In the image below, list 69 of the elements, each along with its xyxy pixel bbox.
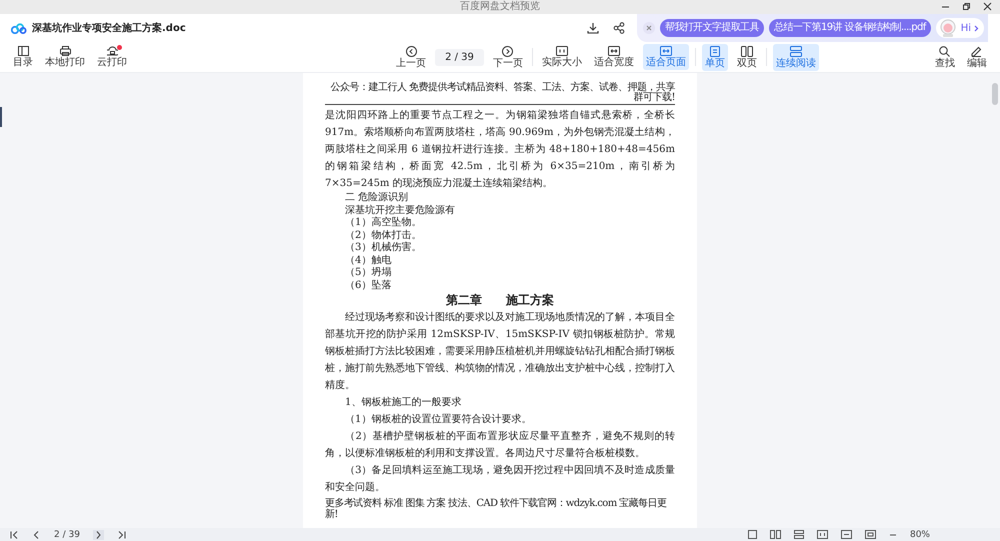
paragraph: （3）备足回填料运至施工现场，避免因开挖过程中因回填不及时造成质量和安全问题。	[325, 464, 675, 495]
list-item: （2）物体打击。	[344, 230, 422, 242]
stacked-pages-icon	[790, 46, 802, 56]
paragraph: 经过现场考察和设计图纸的要求以及对施工现场地质情况的了解，本项目全部基坑开挖的防护采用 12mSKSP-IV、15mSKSP-IV 锁扣钢板桩防护。常规钢板桩插打方法比较困难，需要采用静压植桩机并用螺旋钻钻孔相配合插打钢板桩，施打前先熟悉地下管线、构筑物的情况，准确放出支护桩中心线，控制打入精度。	[325, 310, 675, 393]
printer-icon	[60, 46, 70, 56]
double-page-icon	[740, 46, 753, 56]
chevron-right-icon	[502, 46, 514, 56]
first-page-icon[interactable]	[10, 530, 19, 538]
list-item: （6）坠落	[344, 280, 392, 292]
chevron-icon	[974, 24, 979, 32]
zoom-level: 80%	[910, 530, 930, 540]
list-item: （1）高空坠物。	[344, 217, 422, 230]
paragraph: （2）基槽护壁钢板桩的平面布置形状应尽量平直整齐，避免不规则的转角，以便标准钢板桩的利用和支撑设置。各周边尺寸尽量符合板桩模数。	[325, 430, 675, 461]
paragraph: （1）钢板桩的设置位置要符合设计要求。	[344, 412, 532, 427]
last-page-icon[interactable]	[116, 530, 126, 538]
zoom-mode-button[interactable]: 适合页面	[642, 44, 689, 70]
suggestion-chip[interactable]: 帮我打开文字提取工具	[660, 19, 764, 37]
list-item: （5）坍塌	[344, 267, 392, 280]
assistant-greeting[interactable]: Hi	[936, 18, 984, 38]
zoom-mode-button[interactable]: 适合宽度	[590, 44, 637, 70]
file-name: 深基坑作业专项安全施工方案.doc	[32, 21, 186, 35]
paragraph: 1、钢板桩施工的一般要求	[344, 396, 462, 410]
search-icon	[939, 46, 950, 56]
list-item: （4）触电	[344, 254, 392, 267]
toolbar-button[interactable]: 查找	[932, 44, 958, 70]
previous-page-button[interactable]: 上一页	[393, 44, 430, 70]
single-page-icon	[710, 46, 720, 56]
pencil-icon	[971, 46, 982, 56]
fit-page-icon[interactable]	[864, 530, 876, 539]
page-layout-button[interactable]: 双页	[734, 44, 760, 70]
close-icon[interactable]	[983, 2, 992, 11]
page-indicator: 2 / 39	[54, 530, 80, 540]
toolbar-button[interactable]: 编辑	[964, 44, 990, 70]
suggestion-chip[interactable]: 总结一下第19讲 设备钢结构制....pdf	[769, 19, 931, 37]
zoom-mode-button[interactable]: 实际大小	[538, 44, 585, 70]
paragraph: 是沈阳四环路上的重要节点工程之一。为钢箱梁独塔自锚式悬索桥，全桥长 917m。索塔顺桥向布置两肢塔柱，塔高 90.969m，为外包钢壳混凝土结构，两肢塔柱之间采用 6 道钢拉杆进行连接。主桥为 48+180+180+48=456m 的钢箱梁结构，桥面宽 42.5m，北引桥为 6×35=210m，南引桥为 7×35=245m 的现浇预应力混凝土连续箱梁结构。	[325, 108, 675, 191]
list-item: （3）机械伤害。	[344, 242, 422, 254]
double-page-icon[interactable]	[770, 530, 781, 539]
share-icon[interactable]	[613, 22, 626, 34]
sidebar-icon	[18, 46, 28, 56]
chevron-left-icon	[406, 46, 417, 56]
mascot-icon	[938, 19, 958, 37]
list-item: 二 危险源识别	[344, 192, 410, 204]
fit-icon	[608, 46, 620, 56]
continuous-reading-button[interactable]: 连续阅读	[772, 44, 819, 70]
cloud-logo-icon	[11, 22, 27, 34]
page-number-field[interactable]: 2 / 39	[435, 48, 484, 66]
toolbar-button[interactable]: 本地打印	[42, 44, 88, 70]
download-icon[interactable]	[587, 22, 600, 34]
fit-width-icon[interactable]	[840, 530, 852, 539]
fit-icon	[556, 46, 568, 56]
restore-icon[interactable]	[962, 2, 971, 11]
single-page-icon[interactable]	[748, 530, 757, 539]
fit-icon	[660, 46, 672, 56]
toolbar-button[interactable]: 云打印	[94, 44, 130, 70]
fit-icon[interactable]	[816, 530, 828, 539]
stacked-pages-icon[interactable]	[794, 530, 804, 539]
page-footer: 更多考试资料 标准 图集 方案 技法、CAD 软件下载官网：wdzyk.com 宝藏每日更新!	[325, 499, 675, 520]
list-item: 深基坑开挖主要危险源有	[344, 204, 456, 216]
page-header: 公众号：建工行人 免费提供考试精品资料、答案、工法、方案、试卷、押题，共享群可下载!	[325, 83, 675, 105]
next-page-button[interactable]: 下一页	[490, 44, 526, 70]
cloud-printer-icon	[106, 46, 118, 56]
next-page-icon[interactable]	[92, 530, 104, 540]
toolbar-button[interactable]: 目录	[10, 44, 36, 70]
scrollbar[interactable]	[992, 83, 998, 105]
chapter-heading: 第二章 施工方案	[445, 292, 555, 309]
window-title: 百度网盘文档预览	[460, 1, 540, 13]
page-layout-button[interactable]: 单页	[702, 44, 728, 70]
previous-page-icon[interactable]	[32, 530, 41, 538]
